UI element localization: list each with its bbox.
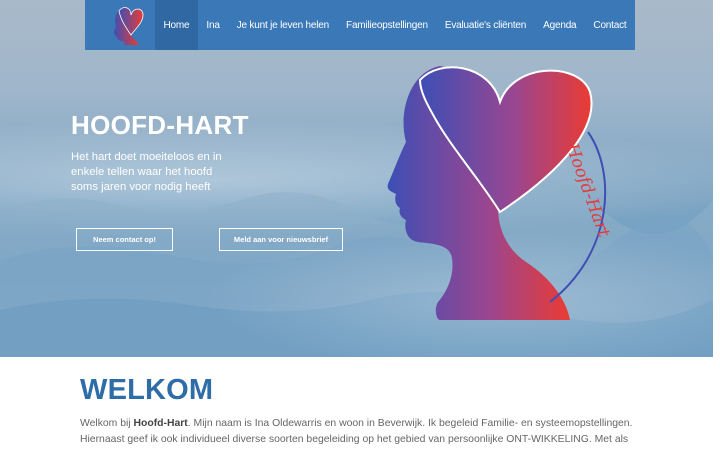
newsletter-button[interactable]: Meld aan voor nieuwsbrief (219, 228, 343, 251)
welcome-brand: Hoofd-Hart (133, 418, 188, 429)
head-heart-illustration-icon: Hoofd-Hart (387, 66, 614, 320)
hero-title: HOOFD-HART (71, 110, 249, 140)
nav-item-agenda[interactable]: Agenda (535, 0, 585, 50)
welcome-prefix: Welkom bij (80, 418, 134, 429)
hoofd-hart-logo-icon[interactable] (100, 0, 155, 50)
nav-item-leven-helen[interactable]: Je kunt je leven helen (228, 0, 337, 50)
nav-menu: Home Ina Je kunt je leven helen Familieo… (155, 0, 635, 50)
welcome-title: WELKOM (80, 374, 214, 406)
hero-section: HOOFD-HART Het hart doet moeiteloos en i… (0, 0, 713, 357)
contact-button[interactable]: Neem contact op! (76, 228, 173, 251)
nav-item-contact[interactable]: Contact (585, 0, 635, 50)
nav-item-ina[interactable]: Ina (198, 0, 228, 50)
nav-item-familieopstellingen[interactable]: Familieopstellingen (338, 0, 437, 50)
nav-item-home[interactable]: Home (155, 0, 198, 50)
hero-subtitle: Het hart doet moeiteloos en in enkele te… (71, 151, 222, 193)
nav-item-evaluaties[interactable]: Evaluatie's cliënten (436, 0, 534, 50)
welcome-paragraph: Welkom bij Hoofd-Hart. Mijn naam is Ina … (80, 416, 660, 447)
top-navbar: Home Ina Je kunt je leven helen Familieo… (85, 0, 635, 50)
